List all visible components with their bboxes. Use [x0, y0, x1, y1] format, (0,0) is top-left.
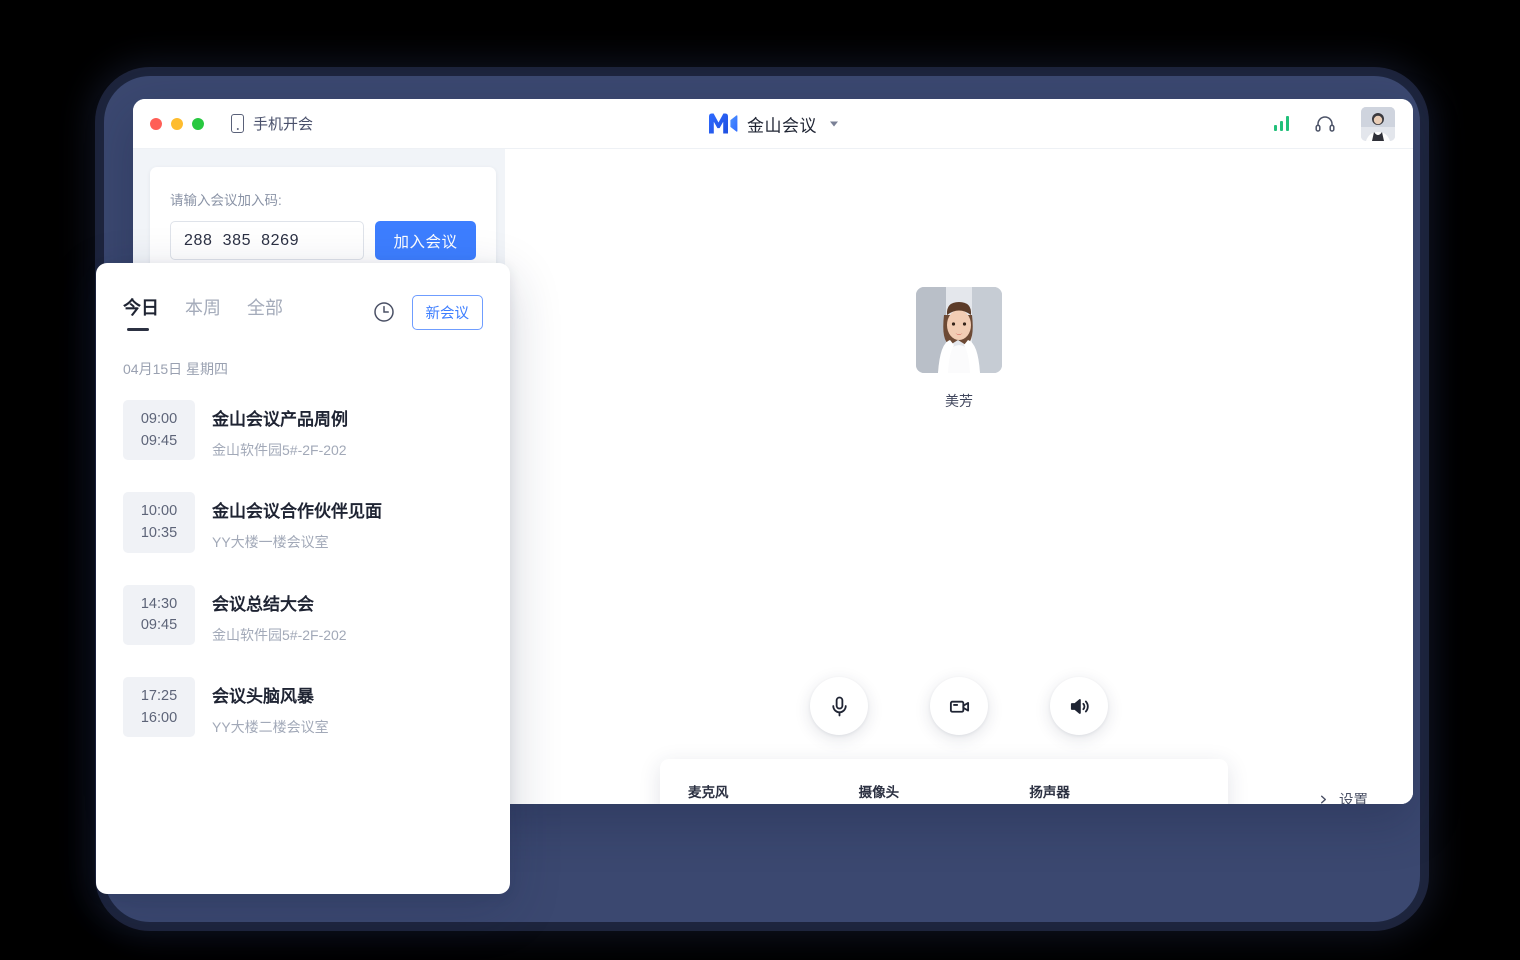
list-item[interactable]: 14:30 09:45 会议总结大会 金山软件园5#-2F-202 — [123, 574, 483, 666]
meeting-title: 金山会议产品周例 — [212, 410, 348, 429]
close-window-button[interactable] — [150, 117, 162, 130]
meeting-end-time: 09:45 — [140, 617, 178, 634]
meeting-list: 09:00 09:45 金山会议产品周例 金山软件园5#-2F-202 10:0… — [96, 389, 510, 758]
join-code-label: 请输入会议加入码: — [170, 193, 282, 208]
microphone-toggle-button[interactable] — [810, 677, 868, 735]
speaker-toggle-button[interactable] — [1050, 677, 1108, 735]
meeting-end-time: 16:00 — [140, 709, 178, 726]
schedule-header: 今日 本周 全部 新会议 — [96, 263, 510, 335]
screenshot-root: 手机开会 金山会议 请输入会议加入码: 288 385 8269 加入会议 美芳… — [0, 0, 1520, 960]
phone-meeting-entry[interactable]: 手机开会 — [231, 113, 313, 134]
phone-meeting-label: 手机开会 — [253, 116, 314, 133]
meeting-time-block: 17:25 16:00 — [123, 677, 195, 738]
avatar[interactable] — [1361, 106, 1395, 141]
headset-icon[interactable] — [1315, 115, 1335, 133]
meeting-code-input[interactable] — [170, 221, 364, 260]
tab-this-week[interactable]: 本周 — [185, 294, 221, 331]
meeting-title: 会议总结大会 — [212, 594, 314, 614]
device-column-speaker: 扬声器 Anker PowerConf — [1029, 781, 1200, 805]
phone-icon — [231, 114, 244, 133]
schedule-panel: 今日 本周 全部 新会议 04月15日 星期四 09:00 09:45 金山会议… — [96, 263, 510, 894]
brand-name: 金山会议 — [747, 116, 817, 135]
kingsoft-meeting-logo-icon — [709, 113, 738, 134]
settings-link[interactable]: 设置 — [1319, 789, 1368, 804]
brand-block[interactable]: 金山会议 — [708, 111, 838, 136]
meeting-info: 金山会议合作伙伴见面 YY大楼一楼会议室 — [212, 492, 382, 552]
titlebar-right-actions — [1273, 106, 1395, 141]
meeting-info: 金山会议产品周例 金山软件园5#-2F-202 — [212, 400, 348, 460]
self-video-tile[interactable] — [916, 287, 1002, 373]
chevron-right-icon — [1320, 795, 1327, 804]
right-column: 美芳 麦克风 摄像头 扬声器 设置 — [505, 149, 1413, 804]
list-item[interactable]: 17:25 16:00 会议头脑风暴 YY大楼二楼会议室 — [123, 666, 483, 758]
camera-toggle-button[interactable] — [930, 677, 988, 735]
meeting-time-block: 14:30 09:45 — [123, 584, 195, 646]
video-stage: 美芳 — [505, 287, 1413, 411]
meeting-title: 金山会议合作伙伴见面 — [212, 502, 382, 522]
device-column-microphone: 麦克风 USB microphone — [688, 781, 859, 805]
list-item[interactable]: 09:00 09:45 金山会议产品周例 金山软件园5#-2F-202 — [123, 389, 483, 481]
new-meeting-button[interactable]: 新会议 — [411, 294, 483, 330]
self-name-label: 美芳 — [945, 393, 973, 409]
meeting-location: 金山软件园5#-2F-202 — [212, 442, 347, 458]
meeting-location: 金山软件园5#-2F-202 — [212, 626, 347, 643]
device-title-speaker: 扬声器 — [1029, 784, 1070, 800]
microphone-icon — [831, 696, 847, 716]
device-title-camera: 摄像头 — [858, 784, 900, 800]
meeting-end-time: 10:35 — [140, 525, 178, 542]
meeting-start-time: 14:30 — [140, 595, 178, 612]
meeting-start-time: 09:00 — [140, 411, 178, 427]
maximize-window-button[interactable] — [192, 117, 204, 130]
schedule-date-header: 04月15日 星期四 — [123, 361, 229, 377]
join-input-row: 加入会议 — [170, 221, 476, 260]
meeting-info: 会议总结大会 金山软件园5#-2F-202 — [212, 585, 347, 645]
schedule-header-actions: 新会议 — [373, 294, 483, 330]
device-settings-bar: 麦克风 USB microphone 摄像头 Integrated Camera — [660, 759, 1228, 804]
media-controls — [505, 677, 1413, 735]
speaker-icon — [1070, 698, 1089, 714]
minimize-window-button[interactable] — [171, 117, 183, 130]
meeting-time-block: 10:00 10:35 — [123, 492, 195, 553]
schedule-tabs: 今日 本周 全部 — [123, 294, 283, 331]
signal-bars-icon[interactable] — [1273, 116, 1289, 131]
meeting-time-block: 09:00 09:45 — [123, 400, 195, 461]
clock-icon[interactable] — [373, 301, 395, 323]
chevron-down-icon[interactable] — [830, 121, 838, 126]
title-bar: 手机开会 金山会议 — [133, 99, 1413, 149]
settings-label: 设置 — [1339, 793, 1368, 804]
avatar-photo — [1361, 106, 1395, 141]
participant-photo — [916, 287, 1002, 373]
device-column-camera: 摄像头 Integrated Camera — [859, 781, 1030, 805]
video-camera-icon — [949, 700, 969, 713]
meeting-info: 会议头脑风暴 YY大楼二楼会议室 — [212, 677, 329, 737]
meeting-start-time: 10:00 — [140, 503, 178, 520]
list-item[interactable]: 10:00 10:35 金山会议合作伙伴见面 YY大楼一楼会议室 — [123, 481, 483, 573]
device-title-microphone: 麦克风 — [688, 784, 729, 800]
tab-all[interactable]: 全部 — [247, 294, 283, 331]
meeting-start-time: 17:25 — [140, 688, 178, 705]
meeting-end-time: 09:45 — [140, 432, 178, 449]
meeting-title: 会议头脑风暴 — [212, 687, 314, 707]
traffic-lights — [150, 117, 204, 130]
tab-today[interactable]: 今日 — [123, 294, 159, 331]
meeting-location: YY大楼一楼会议室 — [212, 534, 329, 551]
join-meeting-button[interactable]: 加入会议 — [375, 221, 476, 260]
meeting-location: YY大楼二楼会议室 — [212, 719, 329, 736]
